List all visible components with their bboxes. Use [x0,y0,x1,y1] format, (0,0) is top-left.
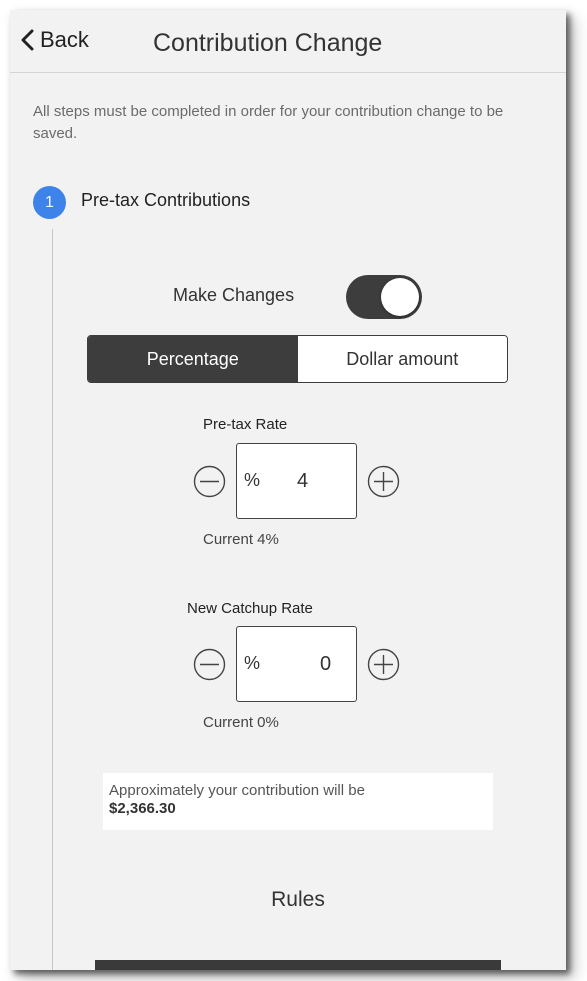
catchup-current-rate: Current 0% [203,714,279,731]
page-title: Contribution Change [153,29,383,57]
bottom-action-bar[interactable] [95,960,501,970]
mode-segmented-control: Percentage Dollar amount [87,335,508,383]
catchup-decrement-button[interactable] [193,648,226,681]
intro-text: All steps must be completed in order for… [33,103,504,142]
approximate-amount: $2,366.30 [109,800,176,817]
plus-circle-icon [367,465,400,498]
pretax-rate-label: Pre-tax Rate [203,416,288,433]
dollar-amount-option[interactable]: Dollar amount [297,336,507,382]
make-changes-toggle[interactable] [346,275,422,319]
percent-symbol: % [244,470,261,490]
minus-circle-icon [193,465,226,498]
pretax-increment-button[interactable] [367,465,400,498]
rules-heading[interactable]: Rules [10,888,566,912]
pretax-rate-value: 4 [297,470,309,492]
step-connector-line [52,229,53,970]
catchup-rate-value: 0 [320,653,332,675]
pretax-current-rate: Current 4% [203,531,279,548]
step-title: Pre-tax Contributions [81,190,251,210]
catchup-increment-button[interactable] [367,648,400,681]
minus-circle-icon [193,648,226,681]
catchup-rate-label: New Catchup Rate [187,600,313,617]
step-number-badge: 1 [33,186,66,219]
back-button[interactable]: Back [20,25,89,55]
back-label: Back [40,27,89,52]
catchup-rate-input[interactable]: % 0 [236,626,357,702]
app-screen: Back Contribution Change All steps must … [10,10,566,970]
make-changes-label: Make Changes [173,285,295,305]
approximate-text: Approximately your contribution will be [109,782,365,799]
percent-symbol: % [244,653,261,673]
pretax-rate-input[interactable]: % 4 [236,443,357,519]
percentage-option[interactable]: Percentage [88,336,298,382]
plus-circle-icon [367,648,400,681]
pretax-decrement-button[interactable] [193,465,226,498]
approximate-contribution-box: Approximately your contribution will be … [103,773,493,830]
toggle-knob [381,278,419,316]
header-bar: Back Contribution Change [10,10,566,73]
chevron-left-icon [21,29,34,51]
